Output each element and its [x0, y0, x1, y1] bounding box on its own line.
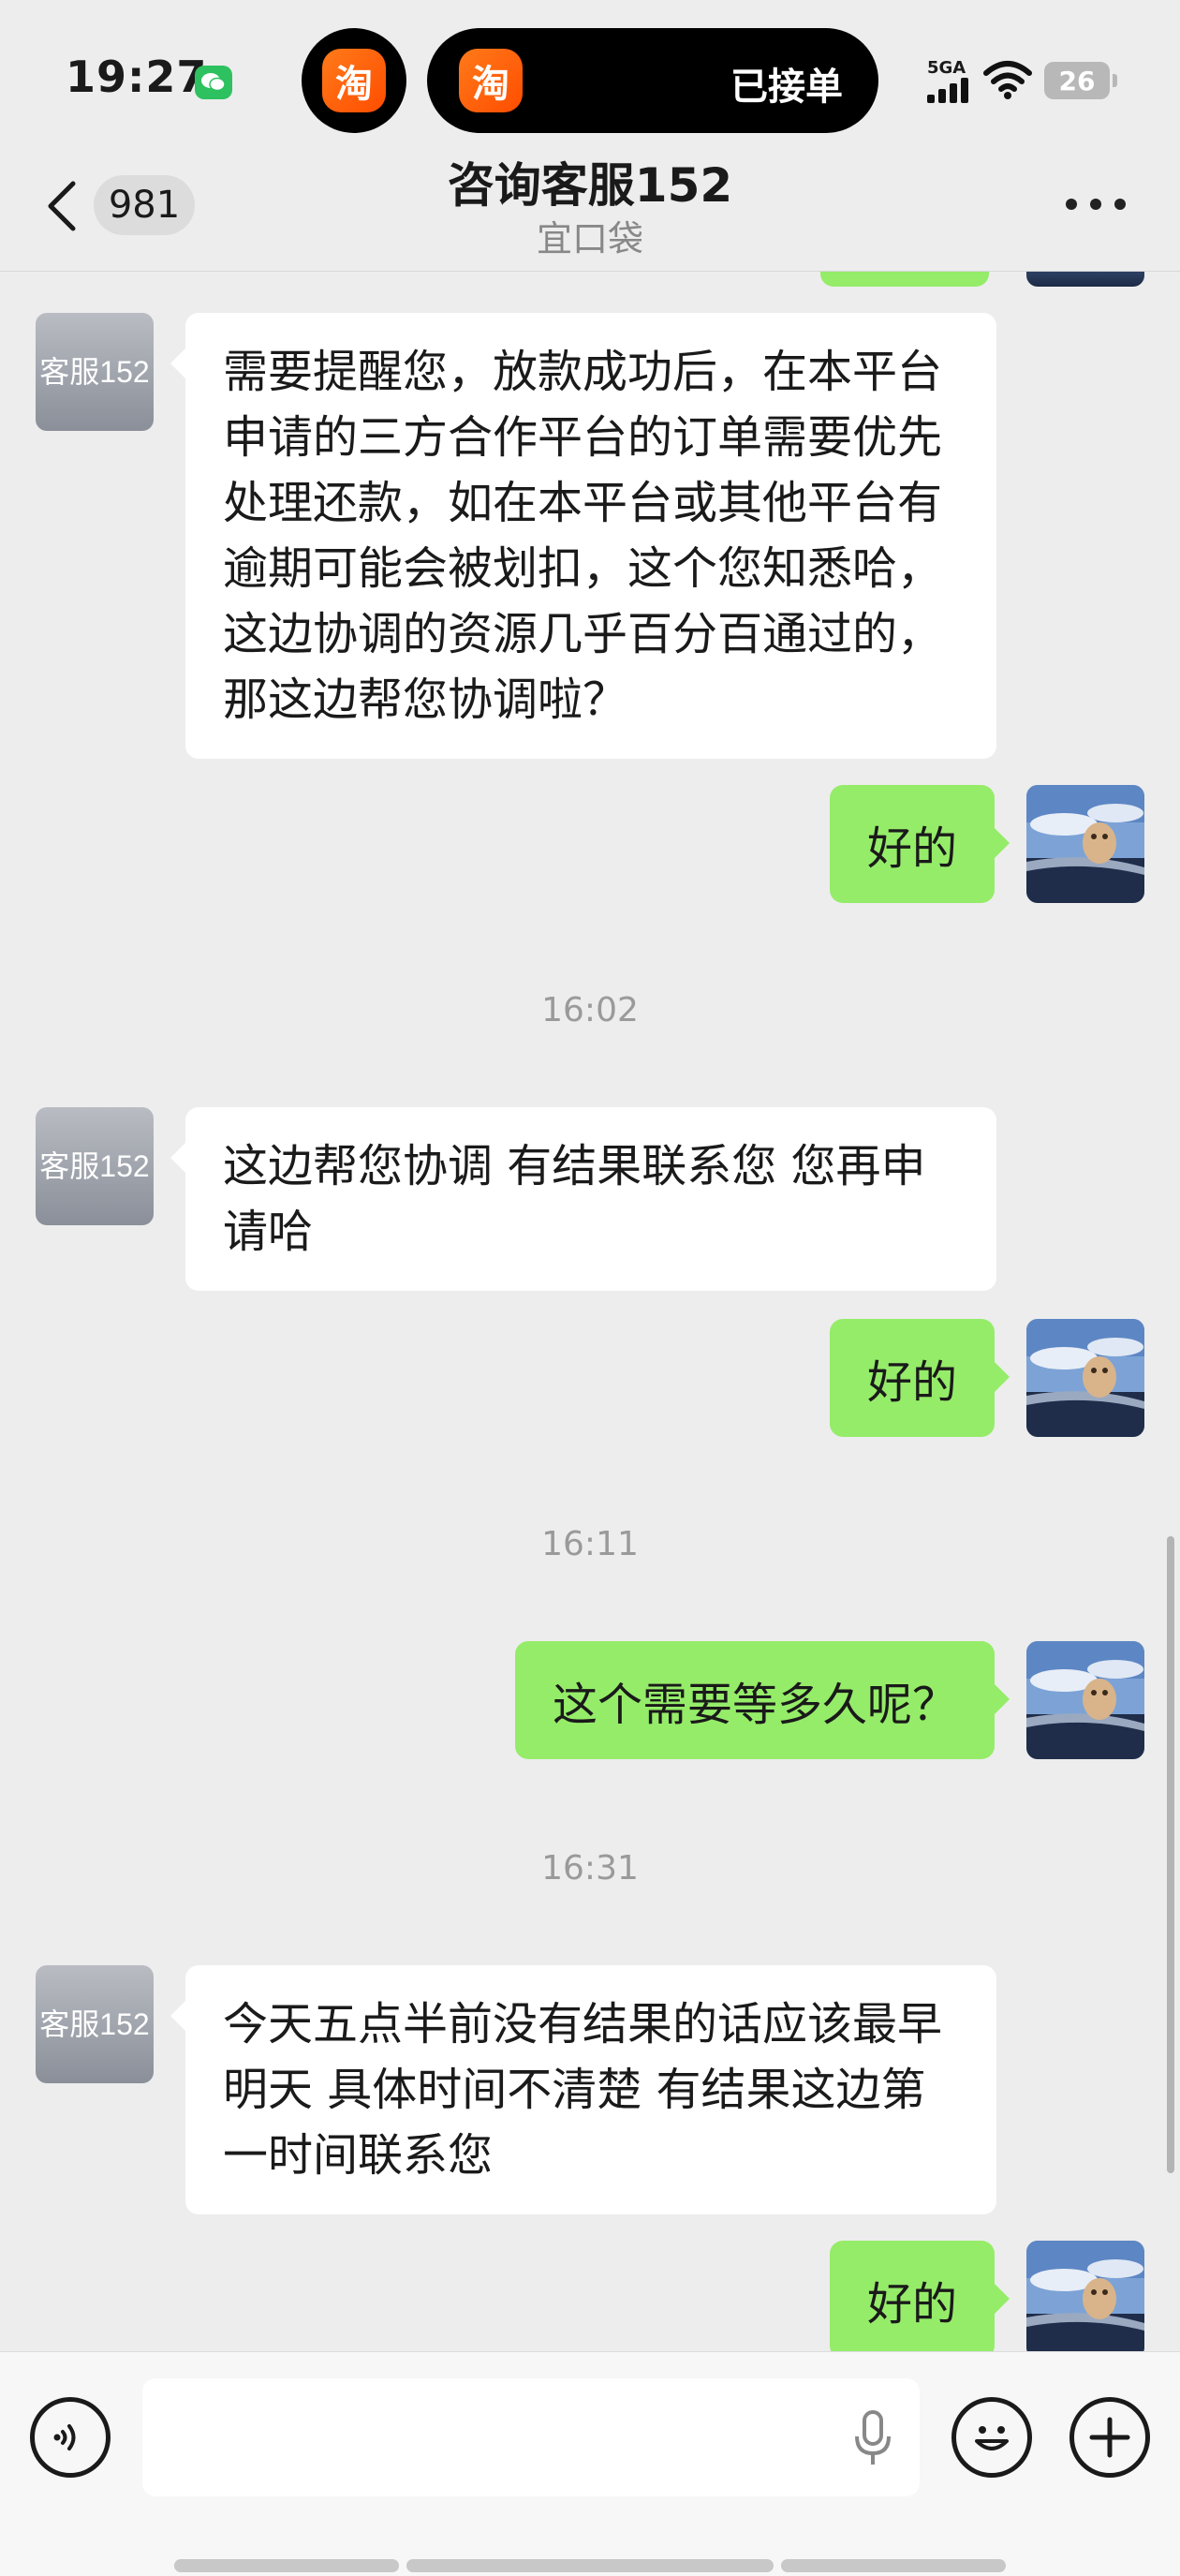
incoming-message-bubble[interactable]: 今天五点半前没有结果的话应该最早明天 具体时间不清楚 有结果这边第一时间联系您 [170, 1965, 996, 2214]
incoming-message-bubble[interactable]: 需要提醒您，放款成功后，在本平台申请的三方合作平台的订单需要优先处理还款，如在本… [170, 313, 996, 759]
agent-avatar[interactable]: 客服152 [36, 1107, 154, 1225]
outgoing-message-bubble[interactable]: 这个需要等多久呢？ [514, 1641, 1010, 1759]
incoming-message-bubble[interactable]: 这边帮您协调 有结果联系您 您再申请哈 [170, 1107, 996, 1291]
agent-avatar[interactable]: 客服152 [36, 313, 154, 431]
user-avatar[interactable] [1026, 1319, 1144, 1437]
wifi-icon [983, 60, 1032, 99]
battery-indicator: 26 [1044, 62, 1117, 99]
message-timestamp: 16:02 [541, 991, 639, 1029]
network-type: 5GA [927, 58, 966, 78]
user-avatar[interactable] [1026, 2241, 1144, 2351]
message-input[interactable] [142, 2378, 920, 2496]
emoji-icon[interactable] [951, 2397, 1032, 2478]
message-timestamp: 16:31 [541, 1849, 639, 1888]
user-avatar[interactable] [1026, 785, 1144, 903]
chat-header: 981 咨询客服152 宜口袋 [0, 141, 1180, 272]
home-indicator-segment [406, 2559, 774, 2572]
taobao-app-icon: 淘 [322, 49, 386, 112]
outgoing-message-bubble[interactable]: 好的 [829, 1319, 1010, 1437]
island-status-text: 已接单 [730, 66, 843, 109]
outgoing-message-bubble[interactable]: 好的 [829, 785, 1010, 903]
previous-user-avatar [1026, 272, 1144, 287]
user-avatar[interactable] [1026, 1641, 1144, 1759]
home-indicator-segment [174, 2559, 399, 2572]
status-time: 19:27 [66, 52, 208, 102]
home-indicator-segment [781, 2559, 1006, 2572]
cellular-signal-icon [927, 77, 970, 103]
message-timestamp: 16:11 [541, 1525, 639, 1563]
message-list[interactable]: 客服152 需要提醒您，放款成功后，在本平台申请的三方合作平台的订单需要优先处理… [0, 272, 1180, 2351]
input-bar [0, 2351, 1180, 2576]
microphone-icon[interactable] [852, 2410, 893, 2466]
wechat-notification-icon [195, 66, 232, 99]
outgoing-message-bubble[interactable]: 好的 [829, 2241, 1010, 2351]
more-dots-icon[interactable] [1066, 199, 1126, 212]
dynamic-island-left[interactable]: 淘 [302, 28, 406, 133]
plus-icon[interactable] [1069, 2397, 1150, 2478]
chat-scrollbar[interactable] [1167, 1536, 1174, 2173]
chat-title: 咨询客服152 [447, 158, 733, 213]
dynamic-island-activity[interactable]: 淘 已接单 [427, 28, 878, 133]
agent-avatar[interactable]: 客服152 [36, 1965, 154, 2083]
taobao-app-icon: 淘 [459, 49, 523, 112]
status-bar: 19:27 淘 淘 已接单 5GA 26 [0, 0, 1180, 159]
previous-outgoing-bubble [820, 272, 989, 287]
chat-subtitle: 宜口袋 [536, 218, 643, 259]
voice-toggle-icon[interactable] [30, 2397, 111, 2478]
